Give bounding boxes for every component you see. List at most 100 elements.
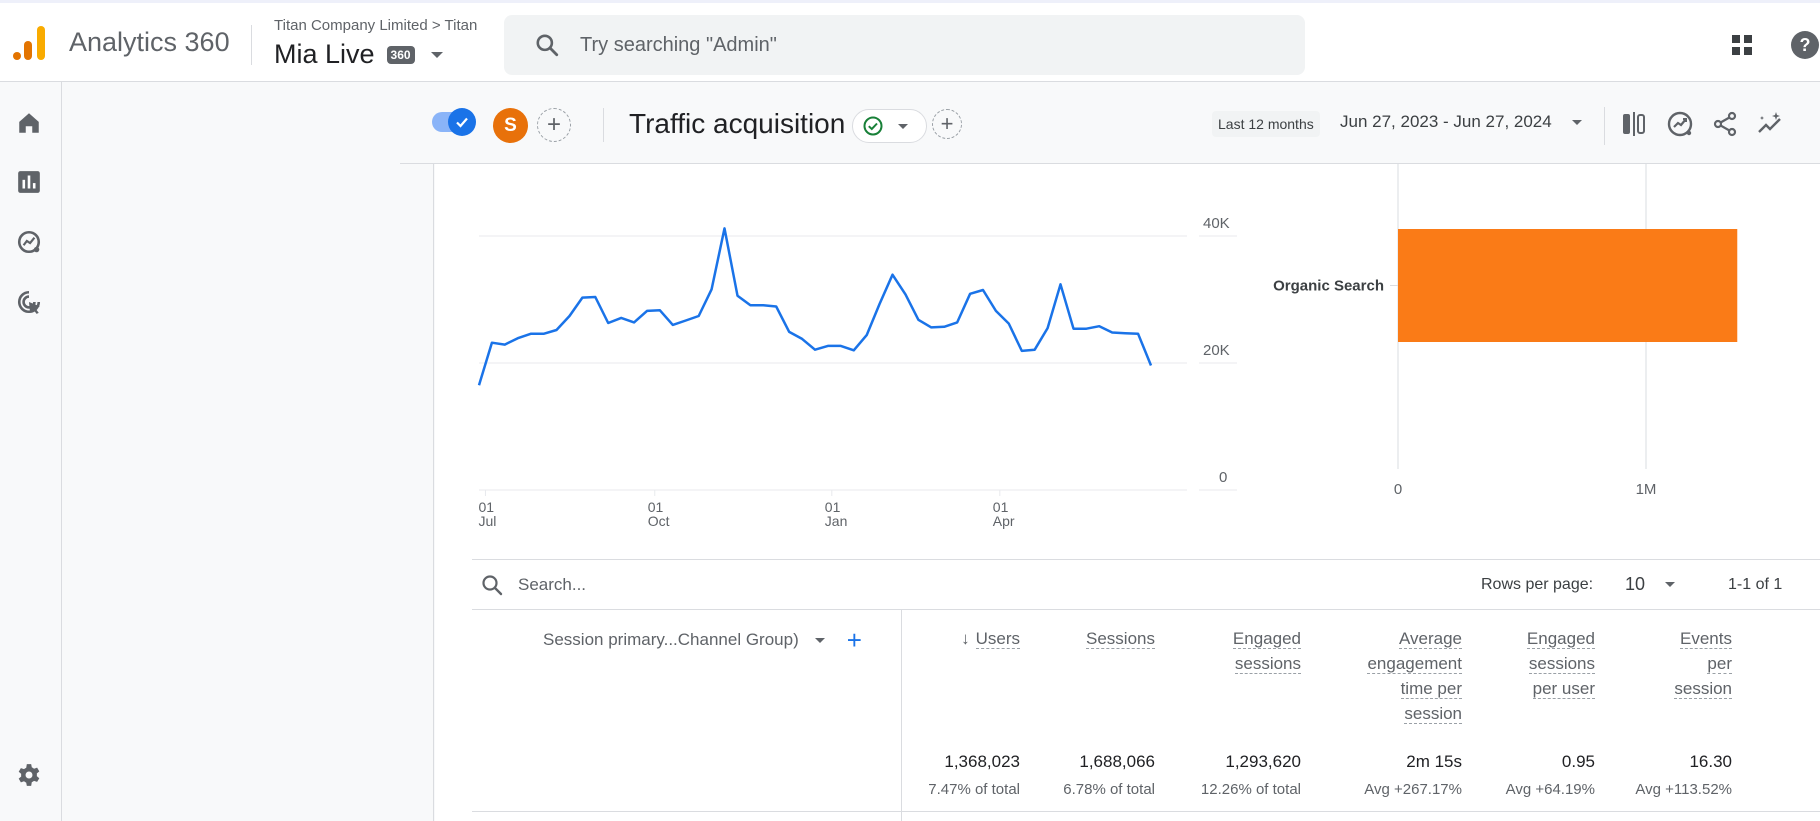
plus-icon: + [940, 111, 954, 136]
search-icon [536, 34, 559, 57]
insights-icon[interactable] [1666, 110, 1694, 138]
metric-total-value: 2m 15s [1406, 752, 1462, 771]
table-search[interactable] [480, 573, 818, 597]
property-selector[interactable]: Mia Live 360 [274, 39, 443, 70]
dimension-header[interactable]: Session primary...Channel Group) + [543, 627, 862, 653]
divider [603, 108, 604, 142]
pagination-status: 1-1 of 1 [1728, 576, 1783, 593]
check-circle-icon [863, 116, 883, 136]
metric-header-label: sessions [1234, 654, 1301, 674]
divider [472, 559, 1820, 560]
side-navigation [0, 82, 62, 821]
top-app-bar: Analytics 360 Titan Company Limited > Ti… [0, 0, 1820, 82]
home-icon[interactable] [16, 110, 42, 136]
x-tick-month: Oct [648, 513, 670, 529]
metric-total-value: 1,368,023 [944, 752, 1020, 771]
chevron-down-icon [1665, 582, 1676, 587]
bar-x-tick-label: 0 [1394, 481, 1402, 498]
bar-chart: 0 1M Organic Search [1273, 164, 1738, 498]
add-comparison-button[interactable]: + [537, 108, 571, 142]
chevron-down-icon [898, 123, 908, 129]
compare-icon[interactable] [1620, 110, 1648, 138]
chevron-down-icon [430, 51, 443, 58]
series-line-organic-search [477, 227, 1153, 386]
rows-per-page-value: 10 [1625, 574, 1646, 594]
metric-total-subtext: 6.78% of total [1063, 781, 1155, 798]
metric-header-label: per user [1532, 679, 1595, 699]
global-search[interactable] [504, 15, 1305, 75]
explore-icon[interactable] [16, 229, 42, 255]
metric-header-label: Sessions [1086, 629, 1155, 649]
bar-chart-icon[interactable] [16, 169, 42, 195]
dimension-header-label: Session primary...Channel Group) [543, 630, 799, 649]
divider [472, 609, 1820, 610]
share-icon[interactable] [1711, 110, 1739, 138]
comparison-avatar[interactable]: S [493, 108, 528, 143]
metric-header-label: Engaged [1526, 629, 1595, 649]
report-main: 0 20K 40K 01 Jul 01 Oct 01 Jan 01 Apr 0 1M Organic S… [435, 164, 1820, 821]
plus-icon: + [546, 111, 561, 138]
metric-total-subtext: Avg +113.52% [1635, 781, 1732, 798]
metric-total-subtext: 12.26% of total [1200, 781, 1301, 798]
y-tick-label: 0 [1219, 469, 1227, 486]
metric-header-users[interactable]: ↓ Users [961, 626, 1020, 651]
metric-header-events-per-session[interactable]: Events per session [1674, 626, 1732, 701]
rows-per-page-select[interactable]: 10 [1625, 574, 1676, 595]
chevron-down-icon [1571, 119, 1582, 125]
date-range-text: Jun 27, 2023 - Jun 27, 2024 [1340, 112, 1552, 131]
global-search-input[interactable] [580, 33, 1180, 57]
y-tick-label: 20K [1203, 342, 1230, 359]
account-breadcrumb[interactable]: Titan Company Limited > Titan [274, 17, 477, 34]
date-preset-chip[interactable]: Last 12 months [1212, 111, 1320, 137]
x-tick-month: Apr [993, 513, 1015, 529]
metric-header-label: Events [1680, 629, 1732, 649]
x-tick-month: Jul [478, 513, 496, 529]
metric-total-value: 1,293,620 [1225, 752, 1301, 771]
report-status-button[interactable] [852, 109, 927, 143]
metric-header-label: per [1707, 654, 1732, 674]
checkmark-icon [448, 108, 476, 136]
metric-total-value: 0.95 [1561, 752, 1595, 771]
help-icon[interactable]: ? [1790, 30, 1820, 60]
metric-header-label: session [1404, 704, 1462, 724]
table-search-input[interactable] [518, 575, 818, 595]
metric-header-label: time per [1400, 679, 1462, 699]
add-filter-button[interactable]: + [932, 109, 962, 139]
add-dimension-icon[interactable]: + [847, 627, 862, 653]
analytics-logo[interactable] [12, 25, 46, 61]
line-chart: 020K40K01Jul01Oct01Jan01Apr [477, 215, 1237, 529]
metric-total-subtext: Avg +267.17% [1364, 781, 1462, 798]
metric-header-label: session [1674, 679, 1732, 699]
search-icon [482, 575, 503, 596]
metric-header-label: Engaged [1232, 629, 1301, 649]
divider [251, 25, 252, 65]
metric-total-value: 1,688,066 [1079, 752, 1155, 771]
sort-descending-icon[interactable]: ↓ [961, 626, 970, 651]
metric-total-subtext: Avg +64.19% [1505, 781, 1595, 798]
column-divider [901, 610, 902, 821]
settings-gear-icon[interactable] [16, 762, 42, 788]
metric-header-engaged-sessions[interactable]: Engaged sessions [1232, 626, 1301, 676]
app-name: Analytics 360 [69, 27, 230, 57]
x-tick-month: Jan [825, 513, 848, 529]
property-badge: 360 [386, 45, 415, 64]
y-tick-label: 40K [1203, 215, 1230, 232]
report-header-bar: S + Traffic acquisition + Last 12 months… [400, 82, 1820, 164]
bar-organic-search [1398, 229, 1738, 342]
metric-header-label: Users [975, 629, 1020, 649]
metric-header-engaged-sessions-per-user[interactable]: Engaged sessions per user [1526, 626, 1595, 701]
metric-total-subtext: 7.47% of total [928, 781, 1020, 798]
comparison-toggle[interactable] [432, 108, 476, 136]
bar-x-tick-label: 1M [1636, 481, 1657, 498]
sparkle-trend-icon[interactable] [1756, 110, 1784, 138]
metric-header-average-engagement-time-per-session[interactable]: Average engagement time per session [1367, 626, 1462, 726]
report-title: Traffic acquisition [629, 108, 846, 139]
date-range-picker[interactable]: Jun 27, 2023 - Jun 27, 2024 [1340, 112, 1582, 132]
metric-header-sessions[interactable]: Sessions [1086, 626, 1155, 651]
property-name: Mia Live [274, 39, 375, 69]
target-cursor-icon[interactable] [16, 289, 42, 315]
metric-total-value: 16.30 [1689, 752, 1732, 771]
bar-category-label: Organic Search [1273, 278, 1384, 295]
divider [472, 811, 1820, 812]
apps-grid-icon[interactable] [1730, 33, 1754, 57]
